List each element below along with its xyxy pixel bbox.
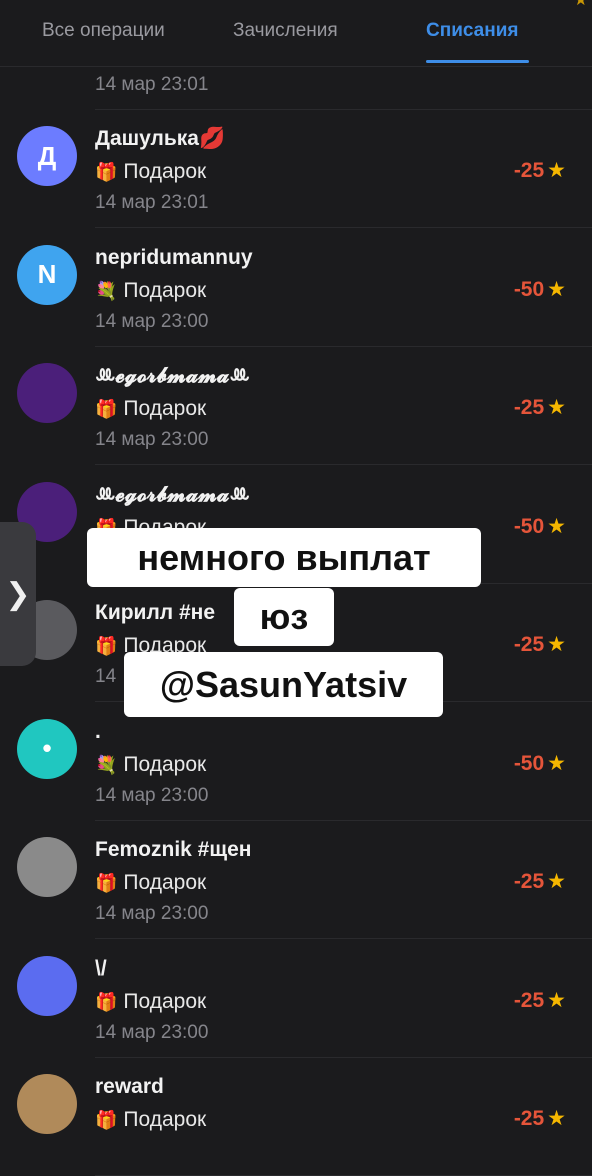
description-text: Подарок (123, 871, 207, 894)
star-icon: ★ (547, 277, 566, 301)
star-icon: ★ (547, 633, 566, 656)
transaction-description: 🎁Подарок (95, 1108, 206, 1132)
tab-expenses[interactable]: Списания (426, 20, 519, 42)
chevron-right-icon: ❯ (5, 577, 31, 611)
tab-all-operations[interactable]: Все операции (42, 20, 165, 42)
transaction-description: 💐 Подарок (95, 279, 206, 303)
tab-income[interactable]: Зачисления (233, 20, 338, 42)
active-tab-indicator (426, 60, 529, 63)
gift-icon: 🎁 (95, 636, 118, 656)
transaction-date: 14 (95, 666, 117, 687)
avatar (17, 837, 77, 897)
amount: -50 ★ (514, 751, 566, 776)
transaction-date: 14 мар 23:00 (95, 903, 209, 924)
transaction-date: 14 мар 23:00 (95, 784, 209, 806)
avatar (17, 955, 77, 1016)
description-text: Подарок (123, 278, 207, 302)
description-text: Подарок (123, 1108, 207, 1131)
amount-value: -50 (513, 277, 545, 301)
transaction-row[interactable]: Nnepridumannuy 💐 Подарок 14 мар 23:00 -50 ★ (0, 229, 592, 347)
transaction-date: 14 мар 23:01 (95, 192, 209, 213)
transaction-row[interactable]: ꔛ𝓮𝓰𝓸𝓻𝓫𝓶𝓪𝓶𝓪ꔛ 🎁 Подарок 14 мар 23:00 -25 ★ (0, 347, 592, 465)
description-text: Подарок (123, 397, 207, 420)
amount-value: -50 (513, 751, 545, 775)
sender-name: . (95, 719, 101, 743)
amount: -50 ★ (514, 514, 566, 539)
transaction-date: 14 мар 23:00 (95, 429, 209, 450)
description-text: Подарок (123, 752, 207, 776)
transaction-date: 14 мар 23:00 (95, 310, 209, 332)
gift-icon: 🎁 (95, 1110, 118, 1130)
transaction-row[interactable]: Д Дашулька💋 🎁 Подарок 14 мар 23:01 -25 ★ (0, 110, 592, 228)
gift-icon: 💐 (95, 280, 118, 301)
sender-name: Дашулька💋 (95, 127, 226, 150)
avatar (17, 363, 77, 423)
gift-icon: 💐 (95, 754, 118, 775)
gift-icon: 🎁 (95, 991, 118, 1012)
overlay-caption-line2: юз (234, 588, 334, 646)
star-icon: ★ (547, 514, 566, 538)
sender-name: ꔛ𝓮𝓰𝓸𝓻𝓫𝓶𝓪𝓶𝓪ꔛ (95, 482, 250, 506)
star-icon: ★ (573, 0, 588, 9)
gift-icon: 🎁 (95, 399, 118, 419)
description-text: Подарок (123, 989, 207, 1013)
gift-icon: 🎁 (95, 873, 118, 893)
amount: -25 ★ (514, 988, 566, 1013)
side-panel-handle[interactable]: ❯ (0, 522, 36, 666)
star-icon: ★ (547, 988, 566, 1012)
transaction-row[interactable]: reward 🎁 Подарок -25 ★ (0, 1058, 592, 1176)
amount: -25 ★ (514, 158, 566, 183)
description-text: Подарок (123, 160, 207, 183)
overlay-caption-line3: @SasunYatsiv (124, 652, 443, 717)
star-icon: ★ (547, 396, 566, 419)
amount: -25 ★ (514, 1106, 566, 1131)
avatar (17, 1074, 77, 1134)
star-icon: ★ (547, 751, 566, 775)
amount-value: -25 (513, 1107, 545, 1130)
transaction-description: 🎁Подарок (95, 397, 206, 421)
amount-value: -25 (513, 159, 545, 182)
tab-bar: Все операции Зачисления Списания ★ (0, 0, 592, 67)
sender-name: \/ (95, 956, 107, 980)
transaction-description: 🎁Подарок (95, 990, 206, 1014)
amount-value: -25 (513, 988, 545, 1012)
star-icon: ★ (547, 1107, 566, 1130)
gift-icon: 🎁 (95, 162, 118, 182)
amount: -50 ★ (514, 277, 566, 302)
sender-name: ꔛ𝓮𝓰𝓸𝓻𝓫𝓶𝓪𝓶𝓪ꔛ (95, 364, 250, 387)
avatar: Д (17, 126, 77, 186)
sender-name: Femoznik #щен (95, 838, 252, 861)
amount: -25 ★ (514, 395, 566, 420)
transaction-date: 14 мар 23:00 (95, 1021, 209, 1043)
transaction-row[interactable]: Femoznik #щен 🎁 Подарок 14 мар 23:00 -25 ★ (0, 821, 592, 939)
sender-name: reward (95, 1075, 164, 1098)
transaction-row[interactable]: \/ 🎁 Подарок 14 мар 23:00 -25 ★ (0, 940, 592, 1058)
amount: -25 ★ (514, 869, 566, 894)
amount: -25 ★ (514, 632, 566, 657)
star-icon: ★ (547, 870, 566, 893)
transaction-description: 💐 Подарок (95, 753, 206, 777)
avatar: • (17, 718, 77, 779)
amount-value: -25 (513, 633, 545, 656)
amount-value: -50 (513, 514, 545, 538)
sender-name: nepridumannuy (95, 245, 253, 269)
transaction-description: 🎁Подарок (95, 160, 206, 184)
partial-row-date: 14 мар 23:01 (95, 74, 209, 95)
sender-name: Кирилл #не (95, 601, 216, 624)
transaction-row[interactable]: •. 💐 Подарок 14 мар 23:00 -50 ★ (0, 703, 592, 821)
amount-value: -25 (513, 870, 545, 893)
avatar: N (17, 244, 77, 305)
transaction-description: 🎁Подарок (95, 871, 206, 895)
amount-value: -25 (513, 396, 545, 419)
overlay-caption-line1: немного выплат (87, 528, 481, 587)
star-icon: ★ (547, 159, 566, 182)
